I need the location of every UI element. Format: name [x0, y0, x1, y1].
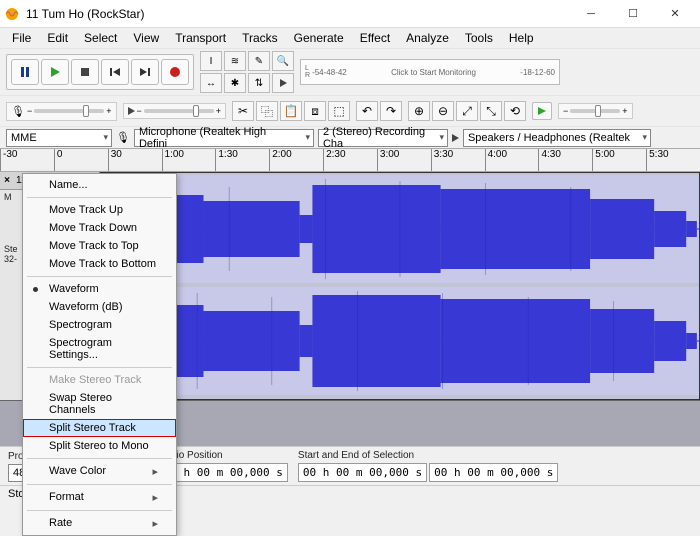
menu-select[interactable]: Select	[76, 29, 125, 47]
skip-start-button[interactable]	[101, 59, 129, 85]
edit-toolbar: ✂ ⿻ 📋 ⧈ ⬚	[232, 101, 350, 121]
speaker-device-icon	[452, 134, 459, 142]
transport-toolbar	[6, 54, 194, 90]
ctx-move-track-to-bottom[interactable]: Move Track to Bottom	[23, 255, 176, 273]
stop-button[interactable]	[71, 59, 99, 85]
minimize-button[interactable]: ─	[570, 0, 612, 28]
device-toolbar: MME 🎙 Microphone (Realtek High Defini 2 …	[0, 126, 700, 148]
speaker-icon	[128, 107, 135, 115]
cut-button[interactable]: ✂	[232, 101, 254, 121]
window-title: 11 Tum Ho (RockStar)	[26, 7, 570, 21]
envelope-tool[interactable]: ≋	[224, 51, 246, 71]
timeshift-tool[interactable]: ↔	[200, 73, 222, 93]
ctx-wave-color[interactable]: Wave Color▸	[23, 462, 176, 481]
menu-file[interactable]: File	[4, 29, 39, 47]
ctx-spectrogram-settings[interactable]: Spectrogram Settings...	[23, 334, 176, 364]
menu-separator	[27, 458, 172, 459]
silence-button[interactable]: ⬚	[328, 101, 350, 121]
waveform-right-channel	[101, 287, 699, 395]
draw-tool[interactable]: ✎	[248, 51, 270, 71]
menu-separator	[27, 276, 172, 277]
audio-position-label: Audio Position	[159, 450, 288, 461]
play-speed-slider[interactable]	[570, 109, 620, 113]
undo-redo-toolbar: ↶ ↷	[356, 101, 402, 121]
play-at-speed-button[interactable]	[532, 102, 552, 120]
titlebar: 11 Tum Ho (RockStar) ─ ☐ ✕	[0, 0, 700, 28]
copy-button[interactable]: ⿻	[256, 101, 278, 121]
trim-button[interactable]: ⧈	[304, 101, 326, 121]
pause-button[interactable]	[11, 59, 39, 85]
menu-transport[interactable]: Transport	[167, 29, 234, 47]
ctx-split-stereo-track[interactable]: Split Stereo Track	[23, 419, 176, 437]
menu-help[interactable]: Help	[501, 29, 542, 47]
menu-separator	[27, 367, 172, 368]
ctx-name[interactable]: Name...	[23, 176, 176, 194]
mic-icon: 🎙	[11, 105, 25, 118]
zoom-toolbar: ⊕ ⊖ ⤢ ⤡ ⟲	[408, 101, 526, 121]
toolbar-row-1: I ≋ ✎ 🔍 ↔ ✱ ⇅ LR -54-48-42Click to Start…	[0, 48, 700, 95]
record-volume-slider[interactable]: 🎙 − +	[6, 102, 117, 121]
audio-position-counter[interactable]: 00 h 00 m 00,000 s	[159, 463, 288, 482]
close-button[interactable]: ✕	[654, 0, 696, 28]
ctx-move-track-up[interactable]: Move Track Up	[23, 201, 176, 219]
maximize-button[interactable]: ☐	[612, 0, 654, 28]
ctx-waveform-db[interactable]: Waveform (dB)	[23, 298, 176, 316]
ctx-make-stereo-track: Make Stereo Track	[23, 371, 176, 389]
zoom-selection-button[interactable]: ⤢	[456, 101, 478, 121]
app-icon	[4, 6, 20, 22]
paste-button[interactable]: 📋	[280, 101, 302, 121]
track-context-menu: Name...Move Track UpMove Track DownMove …	[22, 173, 177, 536]
mic-device-icon: 🎙	[116, 131, 130, 144]
zoom-tool[interactable]: 🔍	[272, 51, 294, 71]
ctx-split-stereo-to-mono[interactable]: Split Stereo to Mono	[23, 437, 176, 455]
play-button[interactable]	[41, 59, 69, 85]
record-button[interactable]	[161, 59, 189, 85]
zoom-in-button[interactable]: ⊕	[408, 101, 430, 121]
playback-volume-slider[interactable]: − +	[123, 103, 227, 119]
record-meter[interactable]: LR -54-48-42Click to Start Monitoring-18…	[300, 59, 560, 85]
selection-label: Start and End of Selection	[298, 450, 558, 461]
selection-start-counter[interactable]: 00 h 00 m 00,000 s	[298, 463, 427, 482]
ctx-spectrogram[interactable]: Spectrogram	[23, 316, 176, 334]
ctx-waveform[interactable]: Waveform	[23, 280, 176, 298]
track-close-button[interactable]: ×	[0, 175, 14, 186]
menu-tools[interactable]: Tools	[457, 29, 501, 47]
input-device-dropdown[interactable]: Microphone (Realtek High Defini	[134, 129, 314, 147]
speaker-tool-icon[interactable]	[272, 73, 294, 93]
menu-separator	[27, 197, 172, 198]
output-device-dropdown[interactable]: Speakers / Headphones (Realtek	[463, 129, 651, 147]
undo-button[interactable]: ↶	[356, 101, 378, 121]
multi-tool[interactable]: ✱	[224, 73, 246, 93]
menu-tracks[interactable]: Tracks	[234, 29, 286, 47]
timeline-ruler[interactable]: -30 0 30 1:00 1:30 2:00 2:30 3:00 3:30 4…	[0, 148, 700, 172]
menu-edit[interactable]: Edit	[39, 29, 76, 47]
waveform-display[interactable]	[100, 172, 700, 400]
skip-end-button[interactable]	[131, 59, 159, 85]
zoom-out-button[interactable]: ⊖	[432, 101, 454, 121]
zoom-toggle-button[interactable]: ⟲	[504, 101, 526, 121]
menubar: File Edit Select View Transport Tracks G…	[0, 28, 700, 48]
tools-toolbar: I ≋ ✎ 🔍 ↔ ✱ ⇅	[200, 51, 294, 93]
ctx-swap-stereo-channels[interactable]: Swap Stereo Channels	[23, 389, 176, 419]
ctx-move-track-to-top[interactable]: Move Track to Top	[23, 237, 176, 255]
menu-generate[interactable]: Generate	[286, 29, 352, 47]
selection-end-counter[interactable]: 00 h 00 m 00,000 s	[429, 463, 558, 482]
menu-analyze[interactable]: Analyze	[398, 29, 457, 47]
channels-dropdown[interactable]: 2 (Stereo) Recording Cha	[318, 129, 448, 147]
menu-view[interactable]: View	[125, 29, 167, 47]
audio-host-dropdown[interactable]: MME	[6, 129, 112, 147]
tool-extra-1[interactable]: ⇅	[248, 73, 270, 93]
waveform-left-channel	[101, 175, 699, 283]
redo-button[interactable]: ↷	[380, 101, 402, 121]
ctx-rate[interactable]: Rate▸	[23, 514, 176, 533]
zoom-fit-button[interactable]: ⤡	[480, 101, 502, 121]
selection-tool[interactable]: I	[200, 51, 222, 71]
menu-effect[interactable]: Effect	[352, 29, 398, 47]
menu-separator	[27, 484, 172, 485]
menu-separator	[27, 510, 172, 511]
toolbar-row-2: 🎙 − + − + ✂ ⿻ 📋 ⧈ ⬚ ↶ ↷ ⊕ ⊖ ⤢ ⤡ ⟲ − +	[0, 95, 700, 126]
ctx-format[interactable]: Format▸	[23, 488, 176, 507]
ctx-move-track-down[interactable]: Move Track Down	[23, 219, 176, 237]
